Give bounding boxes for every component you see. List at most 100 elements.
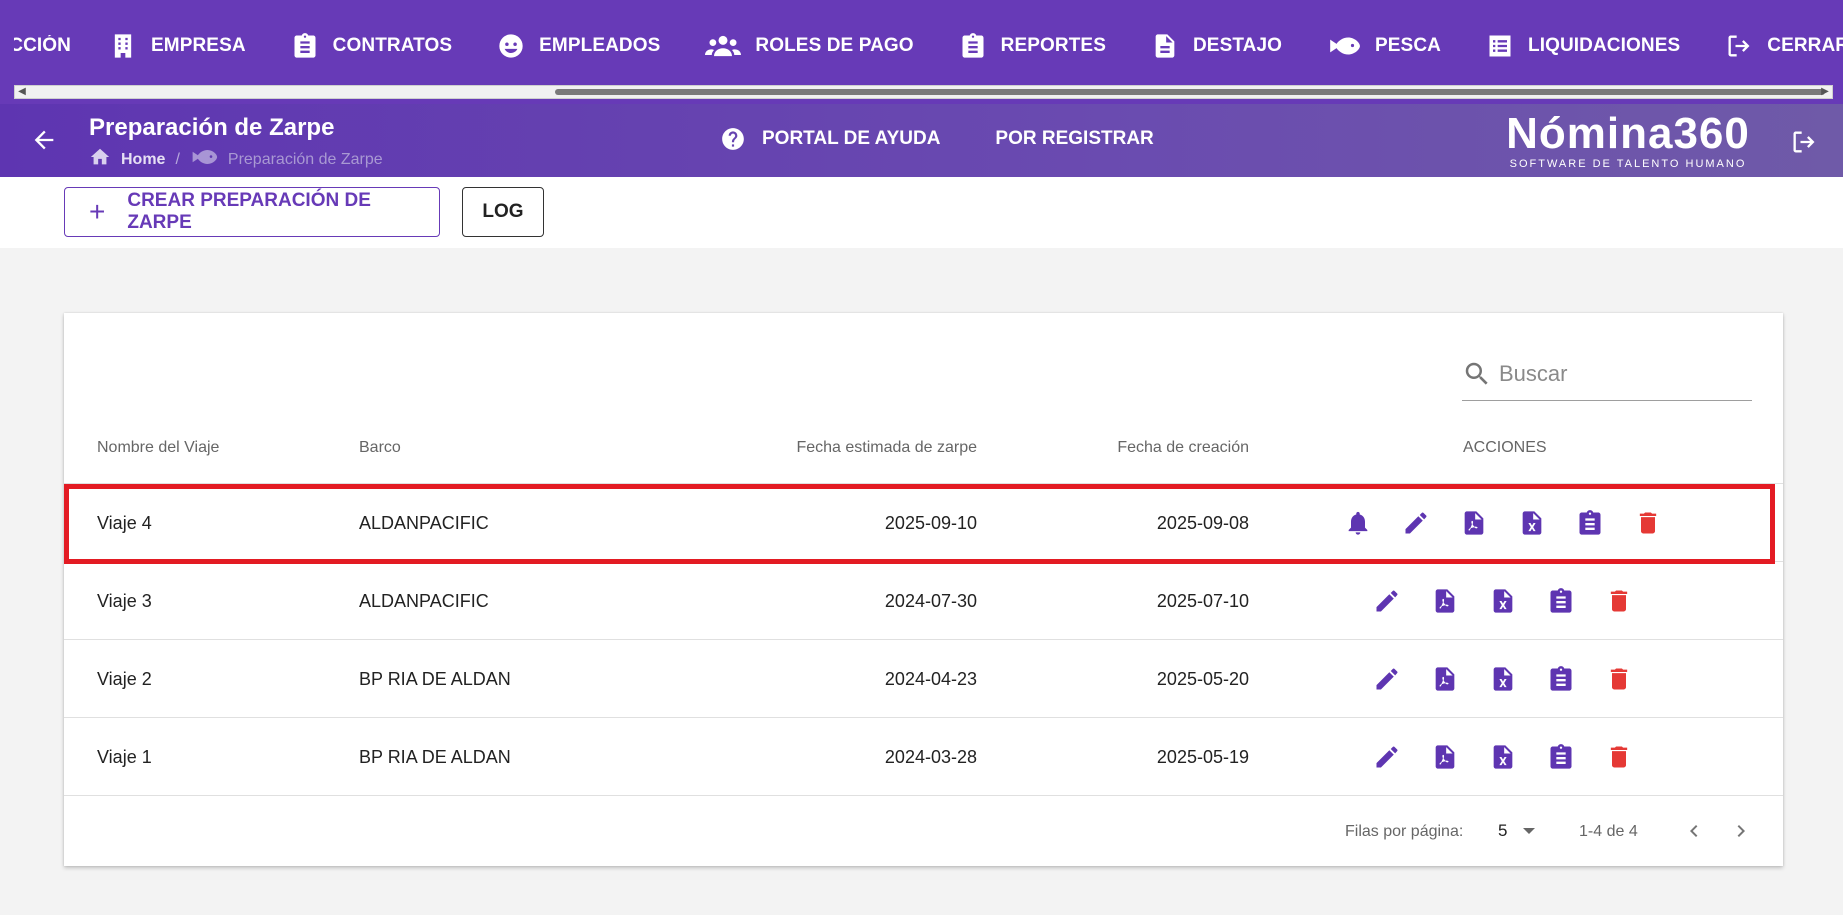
column-header-name[interactable]: Nombre del Viaje bbox=[97, 439, 219, 457]
column-header-estimated-date[interactable]: Fecha estimada de zarpe bbox=[684, 439, 977, 457]
nav-item-roles-de-pago[interactable]: ROLES DE PAGO bbox=[705, 32, 914, 60]
scroll-right-arrow-icon[interactable]: ▶ bbox=[1818, 86, 1832, 98]
chevron-right-icon bbox=[1737, 825, 1745, 837]
delete-icon[interactable] bbox=[1602, 584, 1636, 618]
bell-icon[interactable] bbox=[1341, 506, 1375, 540]
nav-item-label: PESCA bbox=[1375, 35, 1441, 56]
plus-icon: + bbox=[89, 196, 106, 227]
nav-item-contratos[interactable]: CONTRATOS bbox=[291, 32, 452, 60]
document-icon bbox=[1151, 32, 1179, 60]
nav-item-destajo[interactable]: DESTAJO bbox=[1151, 32, 1282, 60]
scroll-left-arrow-icon[interactable]: ◀ bbox=[15, 86, 29, 98]
brand-tagline: SOFTWARE DE TALENTO HUMANO bbox=[1509, 158, 1747, 170]
excel-file-icon[interactable] bbox=[1486, 584, 1520, 618]
trip-name: Viaje 3 bbox=[97, 591, 152, 611]
search-field[interactable] bbox=[1462, 347, 1752, 401]
excel-file-icon[interactable] bbox=[1515, 506, 1549, 540]
excel-file-icon[interactable] bbox=[1486, 662, 1520, 696]
clipboard-icon[interactable] bbox=[1544, 740, 1578, 774]
breadcrumb-separator: / bbox=[175, 150, 180, 168]
top-nav-items: ACCIÓN EMPRESA CONTRATOS EMPLEADOS ROLES… bbox=[0, 28, 1843, 64]
breadcrumb-home-link[interactable]: Home bbox=[121, 151, 165, 169]
log-label: LOG bbox=[482, 201, 524, 222]
column-header-boat[interactable]: Barco bbox=[359, 439, 401, 457]
nav-item-reportes[interactable]: REPORTES bbox=[959, 32, 1106, 60]
nav-item-liquidaciones[interactable]: LIQUIDACIONES bbox=[1486, 32, 1680, 60]
help-portal-link[interactable]: PORTAL DE AYUDA bbox=[720, 126, 940, 152]
edit-icon[interactable] bbox=[1399, 506, 1433, 540]
delete-icon[interactable] bbox=[1602, 662, 1636, 696]
nav-item-label: REPORTES bbox=[1000, 35, 1106, 56]
excel-file-icon[interactable] bbox=[1486, 740, 1520, 774]
table-pagination: Filas por página: 5 1-4 de 4 bbox=[64, 799, 1783, 866]
boat-name: ALDANPACIFIC bbox=[359, 591, 489, 611]
row-actions bbox=[1370, 584, 1660, 618]
nav-item-label: CERRAR SESIÓN bbox=[1767, 35, 1843, 56]
nav-item-cerrar-sesion[interactable]: CERRAR SESIÓN bbox=[1725, 32, 1843, 60]
nav-item-label: ROLES DE PAGO bbox=[755, 35, 914, 56]
top-navigation: ACCIÓN EMPRESA CONTRATOS EMPLEADOS ROLES… bbox=[0, 0, 1843, 104]
nav-item-accion[interactable]: ACCIÓN bbox=[14, 35, 71, 57]
nav-item-label: EMPLEADOS bbox=[539, 35, 661, 56]
nav-item-label: LIQUIDACIONES bbox=[1527, 35, 1681, 56]
logout-icon[interactable] bbox=[1790, 128, 1818, 156]
clipboard-icon[interactable] bbox=[1573, 506, 1607, 540]
table-row: Viaje 2 BP RIA DE ALDAN 2024-04-23 2025-… bbox=[64, 640, 1783, 718]
clipboard-icon[interactable] bbox=[1544, 584, 1578, 618]
clipboard-icon[interactable] bbox=[1544, 662, 1578, 696]
people-icon bbox=[705, 32, 742, 60]
column-header-created-date[interactable]: Fecha de creación bbox=[964, 439, 1249, 457]
next-page-button[interactable] bbox=[1726, 816, 1756, 846]
logout-icon bbox=[1725, 32, 1753, 60]
horizontal-scrollbar[interactable]: ◀ ▶ bbox=[14, 85, 1833, 99]
help-icon bbox=[720, 126, 746, 152]
list-icon bbox=[1486, 32, 1514, 60]
estimated-date: 2024-04-23 bbox=[884, 669, 977, 689]
scrollbar-thumb[interactable] bbox=[555, 89, 1825, 95]
column-header-actions: ACCIONES bbox=[1463, 439, 1547, 456]
created-date: 2025-05-20 bbox=[1156, 669, 1249, 689]
pdf-file-icon[interactable] bbox=[1428, 584, 1462, 618]
estimated-date: 2024-07-30 bbox=[884, 591, 977, 611]
pdf-file-icon[interactable] bbox=[1428, 662, 1462, 696]
created-date: 2025-09-08 bbox=[1156, 513, 1249, 533]
created-date: 2025-05-19 bbox=[1156, 747, 1249, 767]
edit-icon[interactable] bbox=[1370, 740, 1404, 774]
table-row: Viaje 4 ALDANPACIFIC 2025-09-10 2025-09-… bbox=[64, 484, 1783, 562]
clipboard-list-icon bbox=[959, 32, 987, 60]
page-header: Preparación de Zarpe Home / Preparación … bbox=[0, 104, 1843, 177]
building-icon bbox=[109, 32, 137, 60]
home-icon[interactable] bbox=[89, 146, 111, 173]
estimated-date: 2025-09-10 bbox=[884, 513, 977, 533]
nav-item-label: DESTAJO bbox=[1192, 35, 1283, 56]
nav-item-empleados[interactable]: EMPLEADOS bbox=[497, 32, 660, 60]
edit-icon[interactable] bbox=[1370, 662, 1404, 696]
nav-item-label: ACCIÓN bbox=[14, 35, 71, 56]
estimated-date: 2024-03-28 bbox=[884, 747, 977, 767]
boat-name: BP RIA DE ALDAN bbox=[359, 669, 511, 689]
delete-icon[interactable] bbox=[1602, 740, 1636, 774]
nav-item-empresa[interactable]: EMPRESA bbox=[109, 32, 246, 60]
create-zarpe-button[interactable]: + CREAR PREPARACIÓN DE ZARPE bbox=[64, 187, 440, 237]
header-links: PORTAL DE AYUDA POR REGISTRAR bbox=[720, 126, 1209, 152]
nav-item-label: CONTRATOS bbox=[332, 35, 453, 56]
help-portal-label: PORTAL DE AYUDA bbox=[762, 128, 941, 149]
row-actions bbox=[1370, 662, 1660, 696]
pdf-file-icon[interactable] bbox=[1428, 740, 1462, 774]
fish-icon bbox=[190, 146, 218, 173]
pending-register-link[interactable]: POR REGISTRAR bbox=[995, 128, 1153, 150]
created-date: 2025-07-10 bbox=[1156, 591, 1249, 611]
pdf-file-icon[interactable] bbox=[1457, 506, 1491, 540]
rows-per-page-value: 5 bbox=[1498, 821, 1508, 840]
search-input[interactable] bbox=[1499, 357, 1749, 391]
action-bar: + CREAR PREPARACIÓN DE ZARPE LOG bbox=[0, 177, 1843, 248]
rows-per-page-select[interactable]: 5 bbox=[1498, 821, 1536, 841]
trip-name: Viaje 2 bbox=[97, 669, 152, 689]
nav-item-pesca[interactable]: PESCA bbox=[1327, 32, 1441, 60]
back-arrow-icon[interactable] bbox=[30, 126, 58, 154]
edit-icon[interactable] bbox=[1370, 584, 1404, 618]
prev-page-button[interactable] bbox=[1679, 816, 1709, 846]
trip-name: Viaje 1 bbox=[97, 747, 152, 767]
log-button[interactable]: LOG bbox=[462, 187, 544, 237]
delete-icon[interactable] bbox=[1631, 506, 1665, 540]
